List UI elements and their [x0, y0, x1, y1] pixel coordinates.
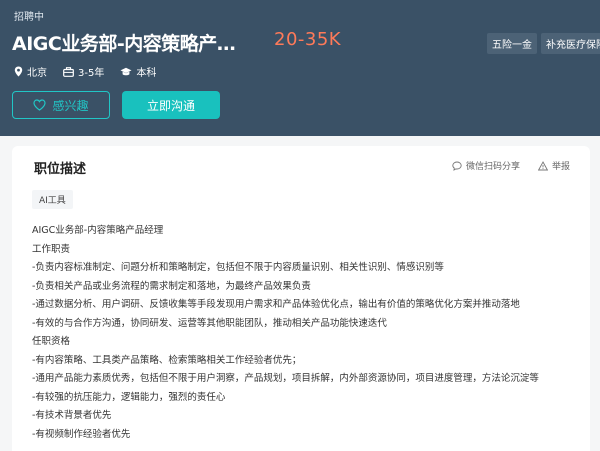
benefit-tag: 五险一金 — [487, 33, 537, 54]
education: 本科 — [120, 64, 156, 79]
card-actions: 微信扫码分享 举报 — [452, 159, 570, 172]
description-line: AIGC业务部-内容策略产品经理 — [32, 225, 164, 236]
location-text: 北京 — [27, 68, 47, 79]
recruiting-status: 招聘中 — [14, 12, 44, 23]
description-line: 工作职责 — [32, 243, 71, 255]
job-meta: 北京 3-5年 本科 — [14, 64, 156, 79]
briefcase-icon — [63, 66, 74, 77]
skill-tag: AI工具 — [32, 190, 73, 209]
description-line: 任职资格 — [32, 336, 71, 347]
description-line: -通用产品能力素质优秀，包括但不限于用户洞察，产品规划，项目拆解，内外部资源协同… — [32, 373, 539, 384]
graduation-cap-icon — [120, 67, 132, 75]
description-line: -有视频制作经验者优先 — [32, 428, 131, 440]
job-title: AIGC业务部-内容策略产品经理 — [12, 33, 254, 55]
section-title: 职位描述 — [34, 162, 87, 177]
benefit-tag: 补充医疗保险 — [541, 33, 600, 54]
description-line: -有效的与合作方沟通，协同研发、运营等其他职能团队，推动相关产品功能快速迭代 — [32, 317, 387, 329]
report-label: 举报 — [551, 162, 570, 172]
experience-text: 3-5年 — [78, 68, 105, 79]
description-line: -通过数据分析、用户调研、反馈收集等手段发现用户需求和产品体验优化点，输出有价值… — [32, 299, 520, 310]
chat-now-button[interactable]: 立即沟通 — [122, 91, 220, 119]
description-line: -负责内容标准制定、问题分析和策略制定，包括但不限于内容质量识别、相关性识别、情… — [32, 262, 444, 273]
benefit-tags: 五险一金 补充医疗保险 — [487, 33, 600, 54]
description-line: -有内容策略、工具类产品策略、检索策略相关工作经验者优先； — [32, 354, 302, 366]
chat-bubble-icon — [452, 161, 462, 171]
experience: 3-5年 — [63, 64, 104, 79]
salary-range: 20-35K — [274, 29, 342, 50]
description-line: -有技术背景者优先 — [32, 410, 112, 421]
report-link[interactable]: 举报 — [537, 159, 570, 172]
interest-button-label: 感兴趣 — [52, 98, 89, 113]
location: 北京 — [14, 64, 47, 79]
interest-button[interactable]: 感兴趣 — [12, 91, 110, 119]
share-label: 微信扫码分享 — [465, 162, 520, 172]
job-description-card: 职位描述 微信扫码分享 举报 AI工具 AIGC业务部-内容策略产品经理 工作职… — [12, 146, 590, 451]
wechat-share-link[interactable]: 微信扫码分享 — [452, 159, 520, 172]
location-pin-icon — [14, 66, 23, 77]
warning-icon — [537, 160, 548, 170]
description-line: -负责相关产品或业务流程的需求制定和落地，为最终产品效果负责 — [32, 280, 311, 292]
job-header: 招聘中 AIGC业务部-内容策略产品经理 20-35K 五险一金 补充医疗保险 … — [0, 0, 600, 136]
description-line: -有较强的抗压能力，逻辑能力，强烈的责任心 — [32, 391, 226, 403]
job-description-text: AIGC业务部-内容策略产品经理 工作职责 -负责内容标准制定、问题分析和策略制… — [32, 222, 582, 444]
heart-icon — [33, 99, 47, 111]
education-text: 本科 — [136, 68, 157, 79]
